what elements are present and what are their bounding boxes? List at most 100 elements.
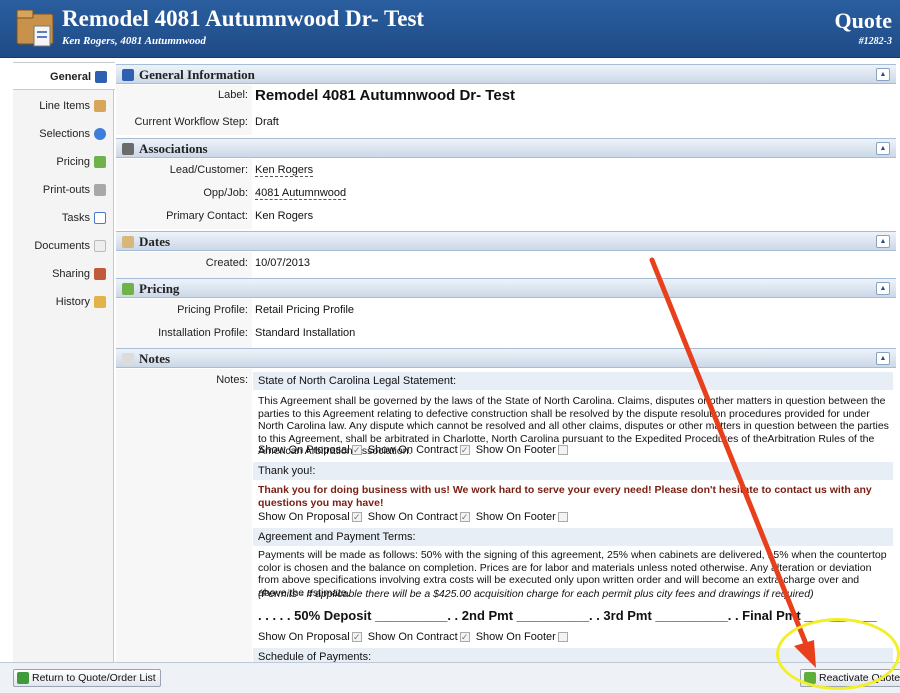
show-footer-label: Show On Footer	[475, 631, 556, 643]
sidebar-item-sharing[interactable]: Sharing	[13, 260, 114, 288]
show-footer-label: Show On Footer	[475, 511, 556, 523]
sidebar-item-label: Line Items	[39, 100, 90, 112]
sidebar-item-label: Documents	[34, 240, 90, 252]
show-proposal-checkbox[interactable]: ✓	[351, 512, 362, 523]
note-visibility-options: Show On Proposal ✓ Show On Contract ✓ Show…	[258, 444, 571, 456]
show-contract-checkbox[interactable]: ✓	[459, 632, 470, 643]
show-contract-label: Show On Contract	[367, 444, 458, 456]
sidebar-item-label: Selections	[39, 128, 90, 140]
reactivate-quote-button[interactable]: Reactivate Quote	[800, 669, 900, 687]
note-permits: (Permits - If applicable there will be a…	[258, 588, 814, 600]
selections-icon	[94, 128, 106, 141]
sidebar-item-documents[interactable]: Documents	[13, 232, 114, 260]
field-label: Label:	[218, 89, 248, 101]
created-date-value: 10/07/2013	[255, 257, 311, 269]
sidebar-item-line-items[interactable]: Line Items	[13, 92, 114, 120]
show-contract-checkbox[interactable]: ✓	[459, 445, 470, 456]
collapse-icon[interactable]: ▲	[876, 142, 890, 155]
calendar-icon	[122, 236, 134, 248]
installation-profile-value: Standard Installation	[255, 327, 356, 339]
pricing-icon	[94, 156, 106, 169]
section-header-general[interactable]: General Information ▲	[116, 64, 896, 84]
field-label: Current Workflow Step:	[134, 116, 248, 128]
sidebar: General Line Items Selections Pricing Pr…	[13, 62, 115, 662]
return-to-list-button[interactable]: Return to Quote/Order List	[13, 669, 161, 687]
note-payment-line: . . . . . 50% Deposit __________. . 2nd …	[258, 608, 877, 623]
primary-contact-value: Ken Rogers	[255, 210, 314, 222]
section-title: Pricing	[139, 281, 180, 296]
job-link-text[interactable]: 4081 Autumnwood	[255, 187, 347, 200]
show-contract-checkbox[interactable]: ✓	[459, 512, 470, 523]
section-title: General Information	[139, 67, 255, 82]
sidebar-item-tasks[interactable]: Tasks	[13, 204, 114, 232]
collapse-icon[interactable]: ▲	[876, 282, 890, 295]
info-icon	[122, 69, 134, 81]
content-frame: General Line Items Selections Pricing Pr…	[0, 58, 900, 693]
document-type: Quote	[834, 8, 892, 33]
show-proposal-label: Show On Proposal	[258, 511, 350, 523]
reactivate-icon	[804, 672, 816, 684]
sidebar-item-label: History	[55, 296, 90, 308]
note-visibility-options: Show On Proposal ✓ Show On Contract ✓ Show…	[258, 511, 571, 523]
section-header-pricing[interactable]: Pricing ▲	[116, 278, 896, 298]
footer-bar: Return to Quote/Order List Reactivate Qu…	[0, 662, 900, 693]
field-label: Notes:	[216, 374, 248, 386]
section-header-associations[interactable]: Associations ▲	[116, 138, 896, 158]
note-visibility-options: Show On Proposal ✓ Show On Contract ✓ Show…	[258, 631, 571, 643]
sidebar-item-label: Sharing	[52, 268, 90, 280]
label-column	[116, 369, 252, 662]
show-footer-checkbox[interactable]	[557, 632, 568, 643]
field-label: Primary Contact:	[166, 210, 248, 222]
workflow-step-value: Draft	[255, 116, 279, 128]
section-title: Notes	[139, 351, 171, 366]
note-title: Thank you!:	[253, 462, 893, 480]
note-body: Thank you for doing business with us! We…	[258, 484, 872, 509]
note-title: Schedule of Payments:	[253, 648, 893, 662]
collapse-icon[interactable]: ▲	[876, 235, 890, 248]
printouts-icon	[94, 184, 106, 197]
sidebar-item-general[interactable]: General	[13, 62, 115, 90]
tasks-icon	[94, 212, 106, 225]
reactivate-button-label: Reactivate Quote	[819, 672, 900, 684]
pricing-icon	[122, 283, 134, 295]
field-label: Installation Profile:	[158, 327, 248, 339]
sidebar-item-pricing[interactable]: Pricing	[13, 148, 114, 176]
quote-label-value: Remodel 4081 Autumnwood Dr- Test	[255, 87, 516, 104]
field-label: Created:	[205, 257, 248, 269]
show-contract-label: Show On Contract	[367, 511, 458, 523]
people-icon	[122, 143, 134, 155]
documents-icon	[94, 240, 106, 253]
history-icon	[94, 296, 106, 309]
pricing-profile-value: Retail Pricing Profile	[255, 304, 355, 316]
document-number: #1282-3	[858, 36, 892, 47]
customer-link[interactable]: Ken Rogers	[255, 164, 314, 177]
collapse-icon[interactable]: ▲	[876, 68, 890, 81]
sidebar-item-history[interactable]: History	[13, 288, 114, 316]
line-items-icon	[94, 100, 106, 113]
show-footer-label: Show On Footer	[475, 444, 556, 456]
field-label: Opp/Job:	[203, 187, 248, 199]
info-icon	[95, 71, 107, 84]
app-header: Remodel 4081 Autumnwood Dr- Test Ken Rog…	[0, 0, 900, 58]
sidebar-item-label: Tasks	[61, 212, 90, 224]
show-proposal-label: Show On Proposal	[258, 444, 350, 456]
collapse-icon[interactable]: ▲	[876, 352, 890, 365]
return-button-label: Return to Quote/Order List	[32, 672, 156, 684]
notes-icon	[122, 353, 134, 365]
field-label: Pricing Profile:	[177, 304, 248, 316]
show-footer-checkbox[interactable]	[557, 512, 568, 523]
sharing-icon	[94, 268, 106, 281]
sidebar-item-label: Pricing	[56, 156, 90, 168]
show-footer-checkbox[interactable]	[557, 445, 568, 456]
section-header-notes[interactable]: Notes ▲	[116, 348, 896, 368]
customer-link-text[interactable]: Ken Rogers	[255, 164, 314, 177]
sidebar-item-printouts[interactable]: Print-outs	[13, 176, 114, 204]
job-link[interactable]: 4081 Autumnwood	[255, 187, 347, 200]
main-panel: General Information ▲ Label: Remodel 408…	[116, 64, 896, 662]
sidebar-item-selections[interactable]: Selections	[13, 120, 114, 148]
section-header-dates[interactable]: Dates ▲	[116, 231, 896, 251]
show-proposal-checkbox[interactable]: ✓	[351, 445, 362, 456]
field-label: Lead/Customer:	[169, 164, 248, 176]
note-title: State of North Carolina Legal Statement:	[253, 372, 893, 390]
show-proposal-checkbox[interactable]: ✓	[351, 632, 362, 643]
